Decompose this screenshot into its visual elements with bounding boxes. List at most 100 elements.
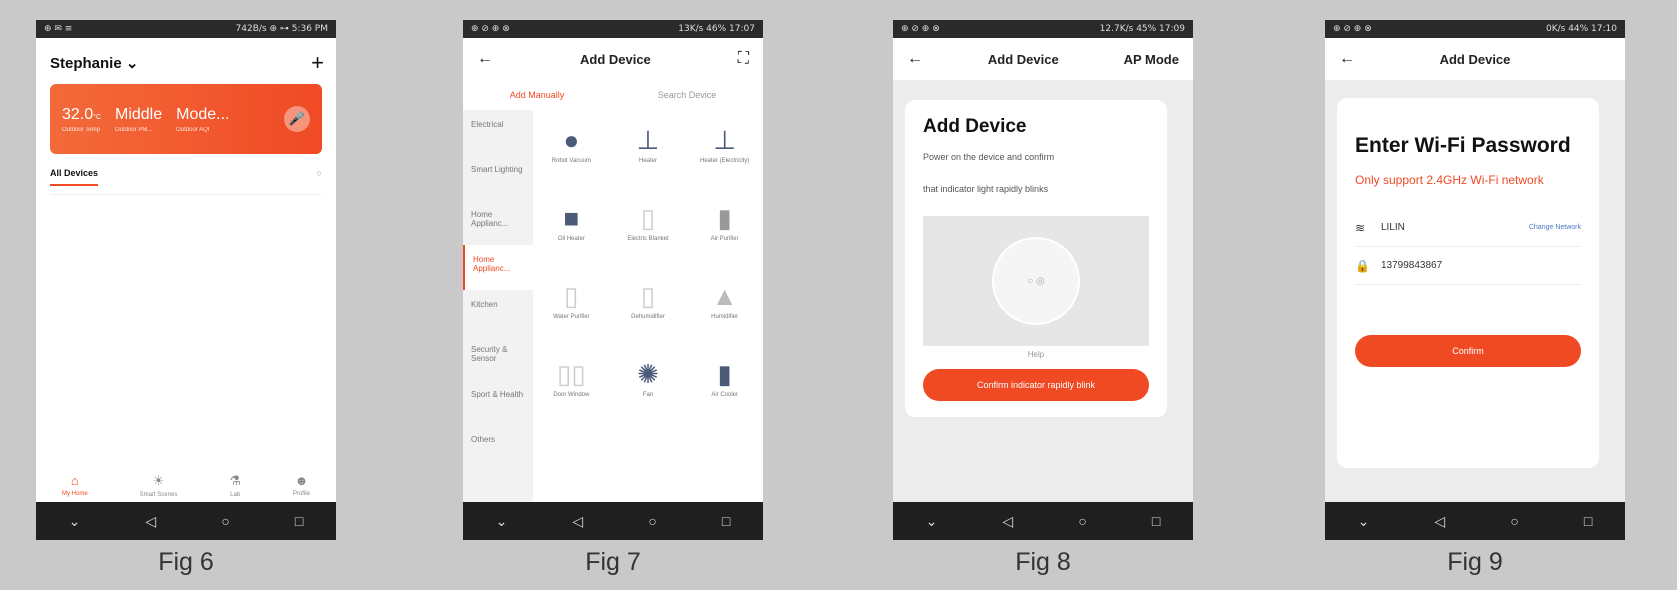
category-item[interactable]: Security & Sensor: [463, 335, 533, 380]
sun-icon: ☀: [152, 473, 165, 488]
stat-unit: °C: [93, 113, 101, 121]
card-heading: Add Device: [923, 116, 1027, 137]
device-label: Air Purifier: [710, 236, 739, 242]
status-right: 13K/s 46% 17:07: [678, 24, 755, 34]
device-item[interactable]: ▯ Electric Blanket: [610, 200, 687, 278]
category-item[interactable]: Home Applianc...: [463, 200, 533, 245]
fig9-panel: ⊕ ⊘ ⊕ ⊗ 0K/s 44% 17:10 ← Add Device Enter…: [1325, 20, 1625, 576]
air-cooler-icon: ▮: [717, 359, 732, 389]
tab-search-device[interactable]: Search Device: [658, 90, 717, 100]
profile-icon: ☻: [294, 473, 309, 488]
stat-pm: Middle Outdoor PM...: [115, 106, 162, 133]
tab-add-manually[interactable]: Add Manually: [510, 90, 565, 100]
device-item[interactable]: ▮ Air Purifier: [686, 200, 763, 278]
device-grid: ● Robot Vacuum ⊥ Heater ⊥ Heater (Electrici…: [533, 110, 763, 520]
password-field[interactable]: 🔒 13799843867: [1355, 247, 1581, 285]
top-bar: ← Add Device: [1325, 38, 1625, 80]
chevron-down-icon: ⌄: [125, 55, 139, 72]
recents-icon[interactable]: □: [722, 513, 730, 529]
ap-mode-button[interactable]: AP Mode: [1124, 52, 1179, 67]
stat-label: Outdoor PM...: [115, 126, 153, 133]
category-item[interactable]: Smart Lighting: [463, 155, 533, 200]
wifi-card: Enter Wi-Fi Password Only support 2.4GHz…: [1337, 98, 1599, 468]
scan-icon[interactable]: ⛶: [738, 50, 749, 68]
page-title: Add Device: [987, 51, 1059, 67]
home-header: Stephanie ⌄ +: [36, 38, 336, 84]
category-sidebar: Electrical Smart Lighting Home Applianc.…: [463, 110, 533, 520]
device-item[interactable]: ▯▯ Door Window: [533, 356, 610, 434]
more-icon[interactable]: ○: [317, 168, 322, 186]
status-left: ⊕ ⊘ ⊕ ⊗: [901, 24, 940, 34]
device-item[interactable]: ✺ Fan: [610, 356, 687, 434]
figure-caption: Fig 8: [1015, 548, 1071, 576]
instruction-line: Power on the device and confirm: [923, 152, 1055, 162]
phone-screen: ⊕ ⊘ ⊕ ⊗ 0K/s 44% 17:10 ← Add Device Enter…: [1325, 20, 1625, 540]
device-item[interactable]: ▯ Water Purifier: [533, 278, 610, 356]
back-arrow-icon[interactable]: ←: [477, 50, 493, 68]
home-circle-icon[interactable]: ○: [1078, 513, 1086, 529]
back-icon[interactable]: ◁: [572, 513, 583, 530]
device-item[interactable]: ⊥ Heater (Electricity): [686, 122, 763, 200]
home-circle-icon[interactable]: ○: [221, 513, 229, 529]
add-tabs: Add Manually Search Device: [463, 80, 763, 110]
home-circle-icon[interactable]: ○: [648, 513, 656, 529]
recents-icon[interactable]: □: [1584, 513, 1592, 529]
category-item[interactable]: Others: [463, 425, 533, 470]
home-selector[interactable]: Stephanie ⌄: [50, 54, 138, 72]
confirm-button[interactable]: Confirm: [1355, 335, 1581, 367]
back-icon[interactable]: ◁: [1434, 513, 1445, 530]
tab-smart-scenes[interactable]: ☀ Smart Scenes: [140, 473, 178, 498]
device-item[interactable]: ⊥ Heater: [610, 122, 687, 200]
tab-label: My Home: [61, 491, 88, 497]
microphone-icon[interactable]: 🎤: [284, 106, 310, 132]
home-circle-icon[interactable]: ○: [1510, 513, 1518, 529]
instruction-card: Add Device Power on the device and confi…: [905, 100, 1167, 417]
add-device-button[interactable]: +: [311, 50, 324, 76]
tab-label: Profile: [292, 491, 310, 497]
stat-label: Outdoor Temp: [62, 126, 100, 133]
device-item[interactable]: ● Robot Vacuum: [533, 122, 610, 200]
back-icon[interactable]: ◁: [1002, 513, 1013, 530]
tab-profile[interactable]: ☻ Profile: [293, 473, 310, 498]
top-bar: ← Add Device AP Mode: [893, 38, 1193, 80]
device-item[interactable]: ■ Oil Heater: [533, 200, 610, 278]
confirm-blink-button[interactable]: Confirm indicator rapidly blink: [923, 369, 1149, 401]
page-title: Add Device: [1439, 51, 1511, 67]
category-item[interactable]: Sport & Health: [463, 380, 533, 425]
tab-all-devices[interactable]: All Devices: [50, 168, 99, 186]
tab-my-home[interactable]: ⌂ My Home: [62, 473, 88, 498]
help-link[interactable]: Help: [923, 350, 1149, 359]
down-icon[interactable]: ⌄: [926, 513, 938, 530]
tab-lab[interactable]: ⚗ Lab: [229, 473, 241, 498]
device-item[interactable]: ▲ Humidifier: [686, 278, 763, 356]
device-item[interactable]: ▮ Air Cooler: [686, 356, 763, 434]
back-icon[interactable]: ◁: [145, 513, 156, 530]
fan-icon: ✺: [637, 359, 659, 389]
blanket-icon: ▯: [640, 203, 656, 233]
down-icon[interactable]: ⌄: [1358, 513, 1370, 530]
category-item[interactable]: Kitchen: [463, 290, 533, 335]
android-nav-bar: ⌄ ◁ ○ □: [1325, 502, 1625, 540]
device-item[interactable]: ▯ Dehumidifier: [610, 278, 687, 356]
lock-icon: 🔒: [1355, 258, 1370, 273]
change-network-link[interactable]: Change Network: [1529, 224, 1581, 231]
back-arrow-icon[interactable]: ←: [1339, 50, 1355, 68]
device-label: Heater (Electricity): [699, 158, 750, 164]
device-label: Electric Blanket: [627, 236, 669, 242]
category-item[interactable]: Electrical: [463, 110, 533, 155]
status-bar: ⊕ ⊘ ⊕ ⊗ 13K/s 46% 17:07: [463, 20, 763, 38]
back-arrow-icon[interactable]: ←: [907, 50, 923, 68]
device-illustration: ○ ◎: [923, 216, 1149, 346]
wifi-network-row: ≋ LILIN Change Network: [1355, 209, 1581, 247]
recents-icon[interactable]: □: [1152, 513, 1160, 529]
heater-icon: ⊥: [636, 125, 660, 155]
home-name: Stephanie: [50, 55, 122, 72]
down-icon[interactable]: ⌄: [496, 513, 508, 530]
device-label: Dehumidifier: [631, 314, 665, 320]
recents-icon[interactable]: □: [295, 513, 303, 529]
weather-card[interactable]: 32.0°C Outdoor Temp Middle Outdoor PM... M…: [50, 84, 322, 154]
down-icon[interactable]: ⌄: [69, 513, 81, 530]
status-bar: ⊕ ⊘ ⊕ ⊗ 12.7K/s 45% 17:09: [893, 20, 1193, 38]
category-item-selected[interactable]: Home Applianc...: [463, 245, 533, 290]
stat-value: Mode...: [176, 105, 230, 123]
